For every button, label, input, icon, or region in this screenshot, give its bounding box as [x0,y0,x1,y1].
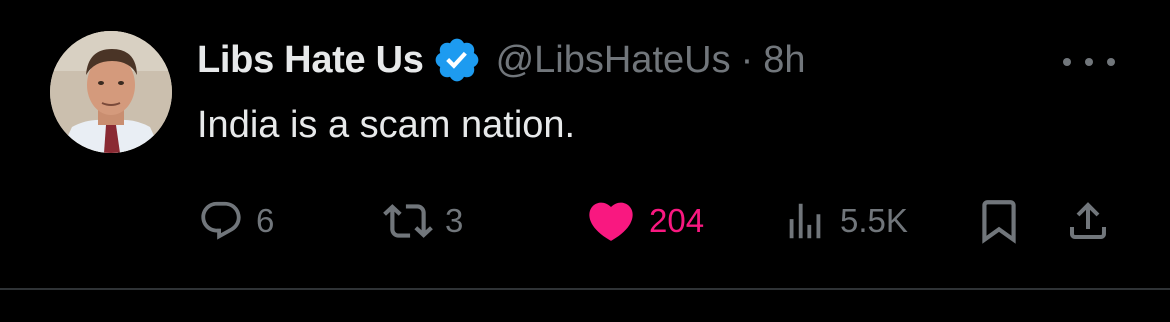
avatar[interactable] [50,31,172,153]
bookmark-button[interactable] [974,196,1024,246]
views-count: 5.5K [840,202,908,239]
more-options-icon[interactable] [1063,48,1115,76]
like-count: 204 [649,202,705,239]
avatar-photo [50,31,172,153]
divider [0,288,1170,290]
tweet-header: Libs Hate Us @LibsHateUs · 8h [197,34,806,86]
bookmark-icon [982,200,1016,244]
retweet-button[interactable]: 3 [383,196,463,246]
retweet-icon [383,204,433,238]
heart-filled-icon [589,202,633,241]
tweet-timestamp[interactable]: 8h [763,39,805,82]
separator-dot: · [740,38,754,81]
reply-icon [201,201,241,240]
tweet-text: India is a scam nation. [197,104,576,146]
reply-count: 6 [256,202,275,239]
author-handle[interactable]: @LibsHateUs [496,39,731,82]
views-icon [789,203,821,239]
verified-badge-icon[interactable] [432,35,482,85]
share-icon [1070,202,1106,239]
tweet[interactable]: Libs Hate Us @LibsHateUs · 8h India is a… [0,0,1170,322]
author-display-name[interactable]: Libs Hate Us [197,39,424,82]
reply-button[interactable]: 6 [198,196,274,246]
like-button[interactable]: 204 [585,196,704,246]
views-button[interactable]: 5.5K [782,196,908,246]
retweet-count: 3 [445,202,464,239]
share-button[interactable] [1064,196,1112,246]
